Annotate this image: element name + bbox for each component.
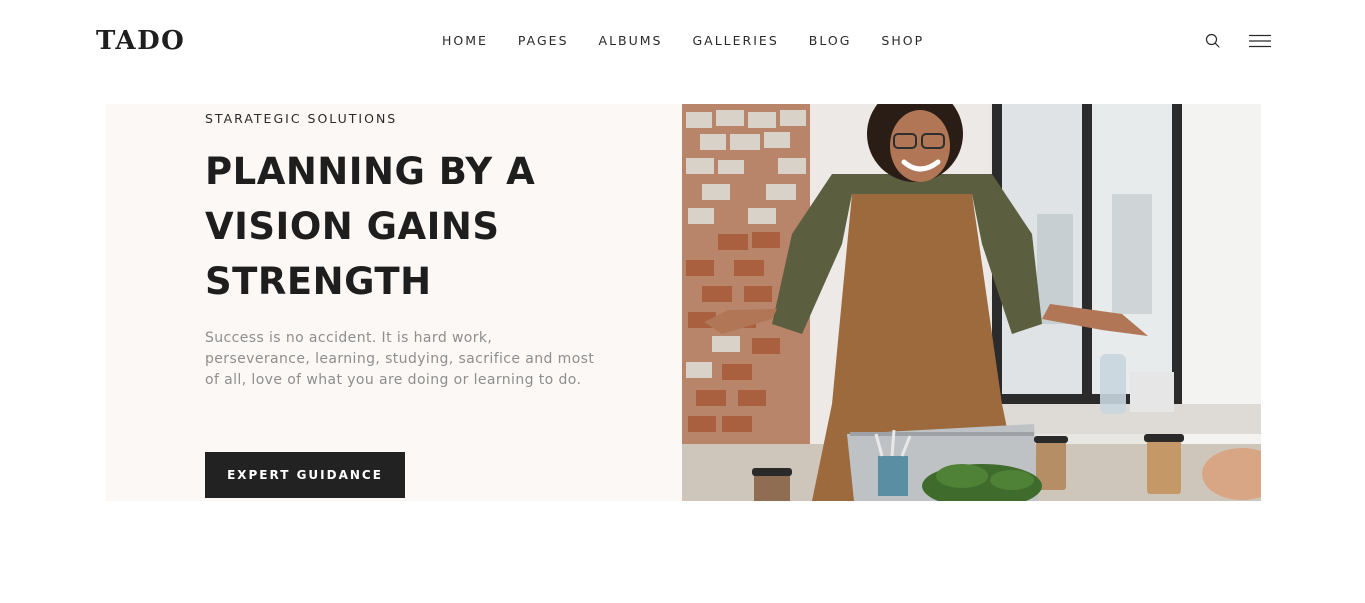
nav-item-galleries[interactable]: GALLERIES <box>692 32 778 50</box>
nav-item-shop[interactable]: SHOP <box>881 32 924 50</box>
nav-item-home[interactable]: HOME <box>442 32 488 50</box>
hero-text-panel: STARATEGIC SOLUTIONS PLANNING BY A VISIO… <box>106 104 682 501</box>
hero-section: STARATEGIC SOLUTIONS PLANNING BY A VISIO… <box>106 104 1261 501</box>
nav-item-pages[interactable]: PAGES <box>518 32 569 50</box>
nav-item-blog[interactable]: BLOG <box>809 32 852 50</box>
hero-photo <box>682 104 1261 501</box>
main-nav: HOME PAGES ALBUMS GALLERIES BLOG SHOP <box>442 32 924 50</box>
nav-item-albums[interactable]: ALBUMS <box>599 32 663 50</box>
hero-headline: PLANNING BY A VISION GAINS STRENGTH <box>205 150 536 303</box>
site-header: TADO HOME PAGES ALBUMS GALLERIES BLOG SH… <box>0 0 1365 82</box>
site-logo[interactable]: TADO <box>96 24 185 58</box>
search-icon[interactable] <box>1204 32 1222 50</box>
hero-body-text: Success is no accident. It is hard work,… <box>205 330 595 388</box>
expert-guidance-button[interactable]: EXPERT GUIDANCE <box>205 452 405 498</box>
hero-eyebrow: STARATEGIC SOLUTIONS <box>205 111 398 126</box>
hamburger-menu-icon[interactable] <box>1249 32 1271 50</box>
